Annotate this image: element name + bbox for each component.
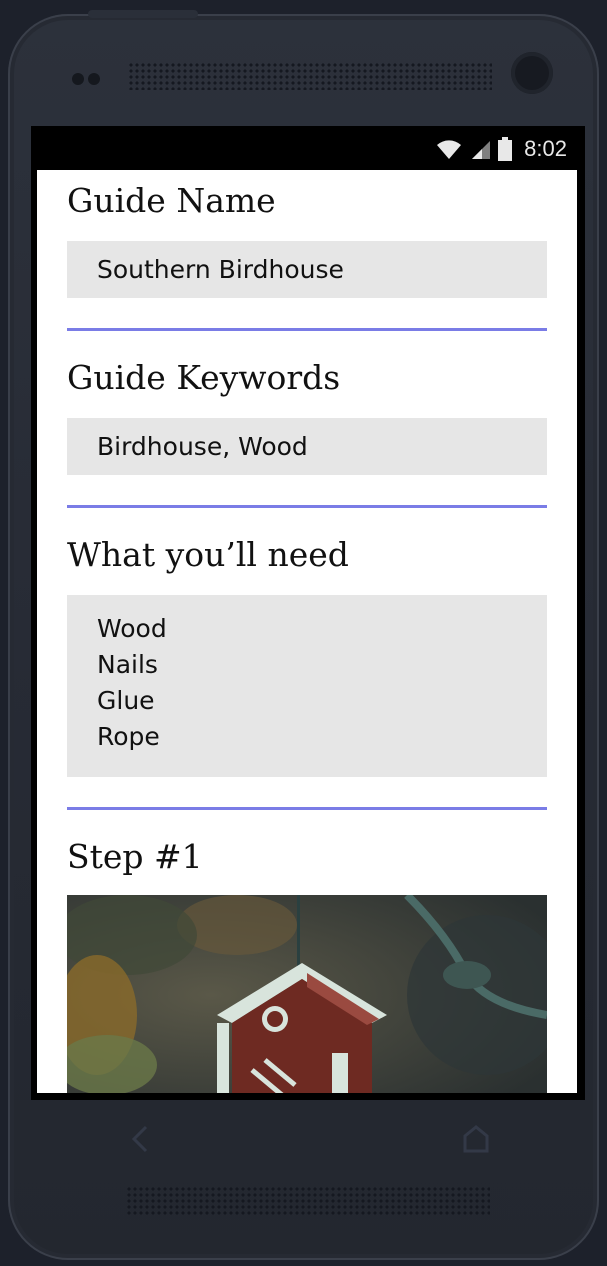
guide-editor[interactable]: Guide Name Southern Birdhouse Guide Keyw… xyxy=(37,170,577,1093)
navigation-bar xyxy=(0,1110,607,1170)
signal-icon xyxy=(472,141,491,159)
bottom-speaker-grille xyxy=(126,1186,490,1216)
material-item: Wood xyxy=(97,614,167,643)
guide-name-field[interactable]: Southern Birdhouse xyxy=(67,241,547,298)
front-camera xyxy=(511,52,553,94)
material-item: Nails xyxy=(97,650,158,679)
materials-field[interactable]: Wood Nails Glue Rope xyxy=(67,595,547,777)
home-icon[interactable] xyxy=(462,1124,490,1154)
status-bar: 8:02 xyxy=(31,126,585,170)
material-item: Rope xyxy=(97,722,160,751)
divider xyxy=(67,328,547,331)
birdhouse-photo xyxy=(67,895,547,1093)
divider xyxy=(67,807,547,810)
materials-heading: What you’ll need xyxy=(67,535,349,574)
back-arrow-icon[interactable] xyxy=(128,1124,152,1154)
earpiece-speaker xyxy=(128,62,492,90)
status-time: 8:02 xyxy=(524,136,567,161)
phone-top-button xyxy=(88,10,198,18)
sensor-dots xyxy=(72,70,104,89)
guide-keywords-field[interactable]: Birdhouse, Wood xyxy=(67,418,547,475)
divider xyxy=(67,505,547,508)
phone-screen: 8:02 Guide Name Southern Birdhouse Guide… xyxy=(31,126,585,1100)
material-item: Glue xyxy=(97,686,155,715)
step-image[interactable] xyxy=(67,895,547,1093)
guide-keywords-heading: Guide Keywords xyxy=(67,358,341,397)
guide-name-heading: Guide Name xyxy=(67,181,276,220)
step-heading: Step #1 xyxy=(67,837,203,876)
wifi-icon xyxy=(437,140,462,159)
battery-icon xyxy=(498,137,513,161)
